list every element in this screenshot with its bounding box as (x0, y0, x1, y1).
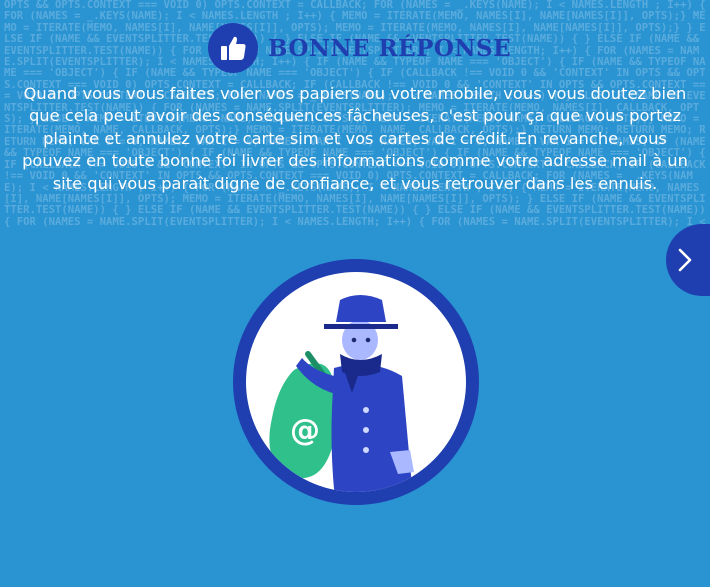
thief-with-email-sack-icon: @ (233, 259, 479, 505)
result-title: BONNE RÉPONSE (268, 34, 512, 62)
chevron-right-icon (678, 248, 692, 272)
thumbs-up-icon (208, 23, 258, 73)
result-header: BONNE RÉPONSE (208, 22, 511, 74)
at-symbol: @ (290, 413, 320, 448)
answer-explanation: Quand vous vous faites voler vos papiers… (22, 84, 688, 193)
